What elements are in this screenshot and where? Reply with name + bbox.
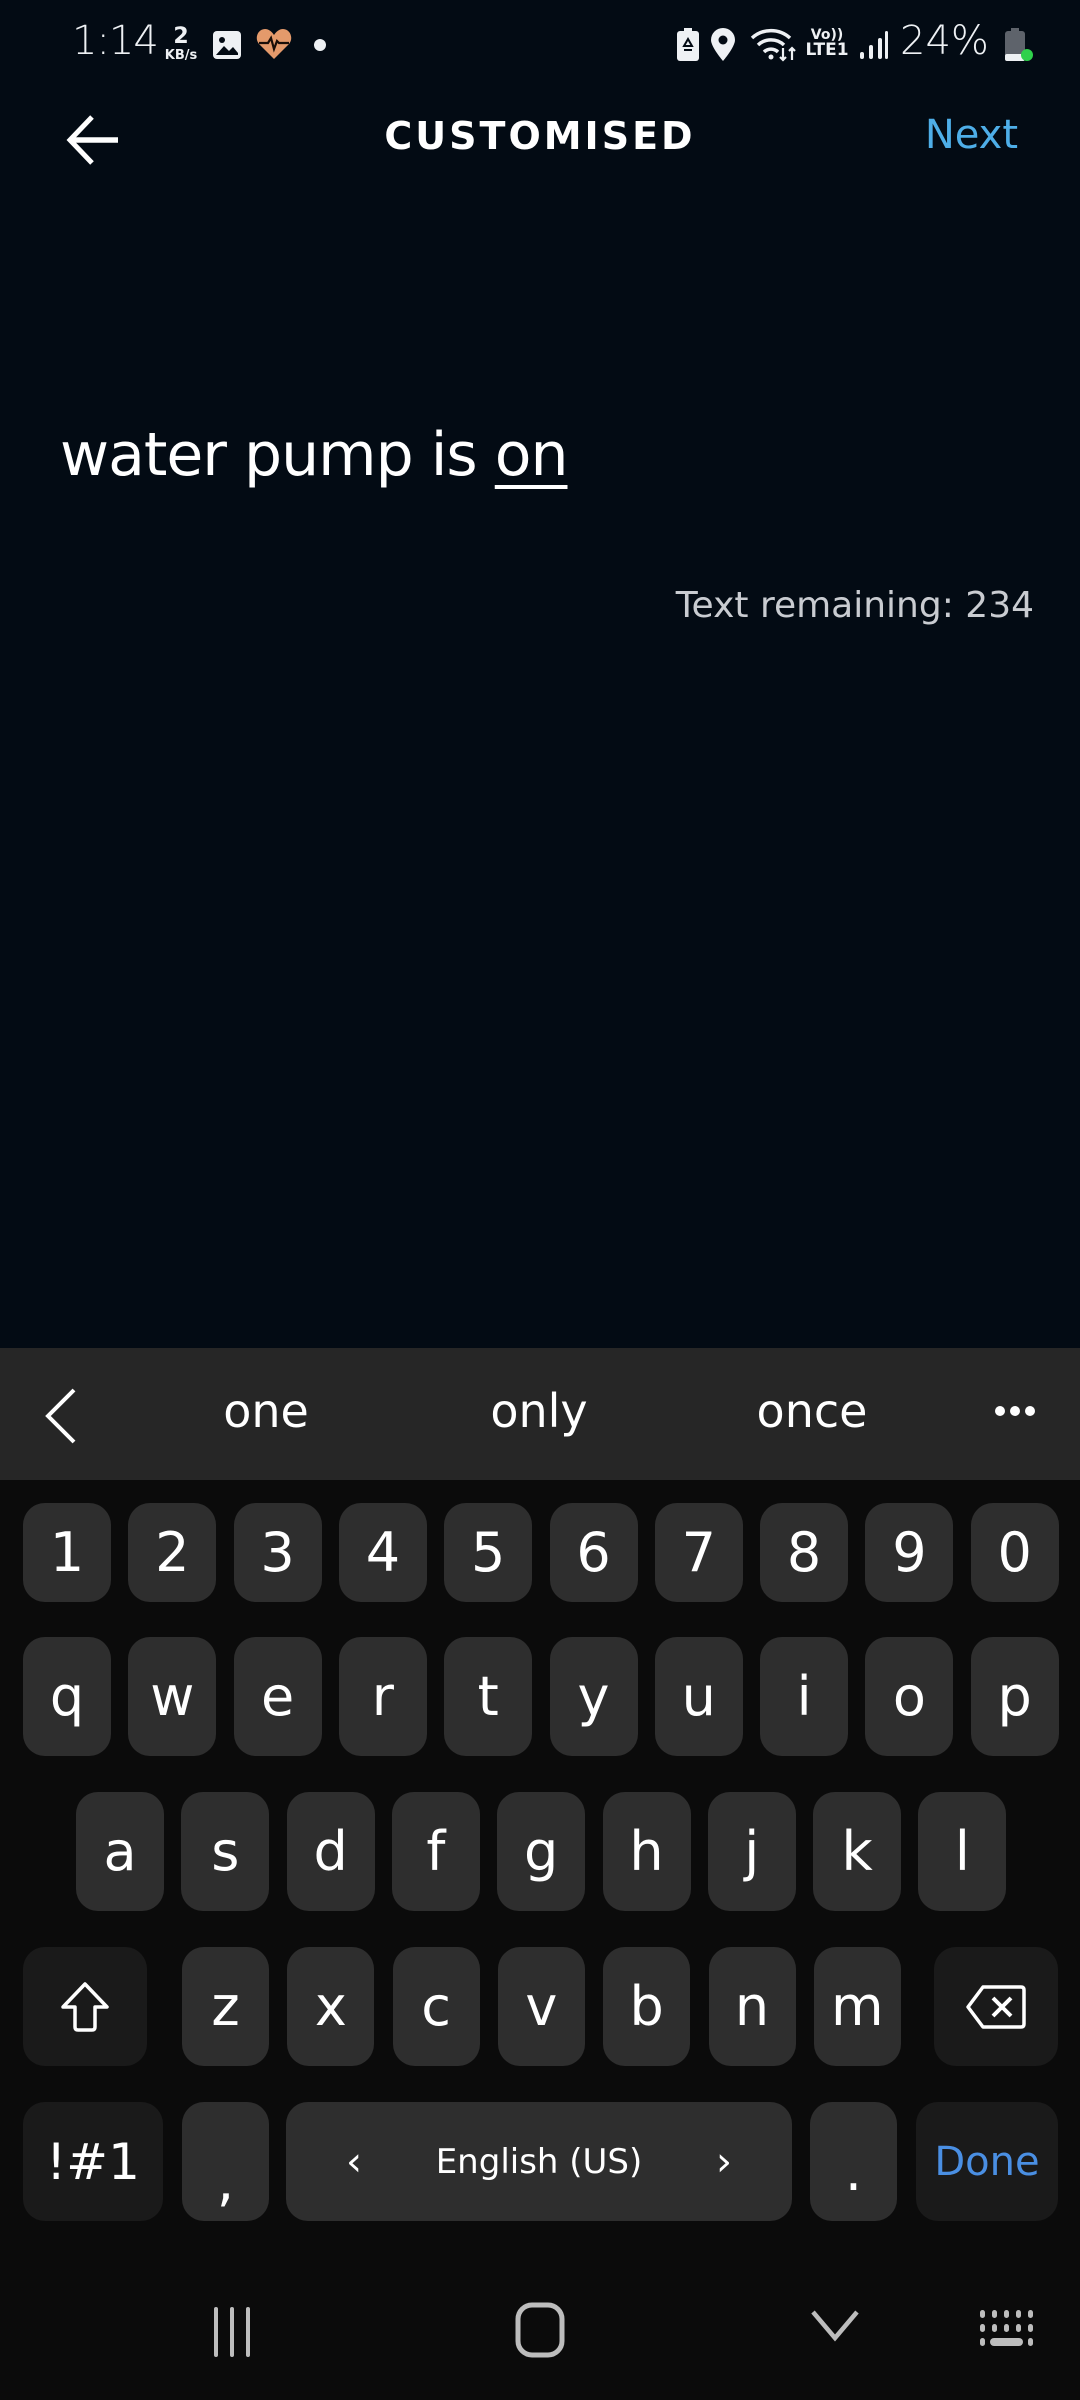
suggestion-bar: one only once xyxy=(0,1348,1080,1480)
key-z[interactable]: z xyxy=(182,1947,269,2066)
key-n[interactable]: n xyxy=(708,1947,796,2066)
signal-icon xyxy=(860,31,888,59)
symbols-key[interactable]: !#1 xyxy=(23,2102,163,2221)
done-key[interactable]: Done xyxy=(916,2102,1058,2221)
health-heart-icon xyxy=(256,29,292,59)
key-t[interactable]: t xyxy=(444,1637,533,1756)
recents-icon xyxy=(214,2307,250,2357)
network-speed-value: 2 xyxy=(173,24,189,49)
recents-button[interactable] xyxy=(200,2295,275,2365)
key-6[interactable]: 6 xyxy=(549,1503,638,1602)
comma-label: , xyxy=(216,2150,235,2213)
shift-arrow-icon xyxy=(61,1981,109,2032)
key-h[interactable]: h xyxy=(602,1792,691,1911)
suggestion-item[interactable]: only xyxy=(490,1384,587,1438)
home-button[interactable] xyxy=(500,2295,580,2365)
home-icon xyxy=(515,2302,565,2358)
backspace-key[interactable] xyxy=(934,1947,1058,2066)
key-q[interactable]: q xyxy=(23,1637,111,1756)
volte-icon: Vo)) LTE1 xyxy=(805,28,849,59)
key-8[interactable]: 8 xyxy=(760,1503,849,1602)
key-e[interactable]: e xyxy=(233,1637,322,1756)
hide-keyboard-button[interactable] xyxy=(805,2300,865,2350)
suggestion-collapse-button[interactable] xyxy=(40,1386,80,1446)
key-x[interactable]: x xyxy=(287,1947,375,2066)
shift-key[interactable] xyxy=(23,1947,147,2066)
key-j[interactable]: j xyxy=(707,1792,796,1911)
key-2[interactable]: 2 xyxy=(128,1503,217,1602)
wifi-icon xyxy=(750,28,796,62)
gallery-icon xyxy=(213,31,241,59)
backspace-icon xyxy=(966,1984,1026,2029)
key-u[interactable]: u xyxy=(654,1637,743,1756)
location-icon xyxy=(711,28,735,61)
battery-saver-icon xyxy=(677,28,699,61)
key-f[interactable]: f xyxy=(391,1792,480,1911)
language-prev-icon[interactable]: ‹ xyxy=(346,2139,362,2185)
network-speed-unit: KB/s xyxy=(164,48,198,63)
notification-dot-icon xyxy=(314,39,326,51)
battery-percent: 24% xyxy=(900,18,989,64)
space-key[interactable]: ‹ English (US) › xyxy=(286,2102,792,2221)
key-l[interactable]: l xyxy=(918,1792,1007,1911)
key-i[interactable]: i xyxy=(760,1637,849,1756)
language-next-icon[interactable]: › xyxy=(716,2139,732,2185)
key-y[interactable]: y xyxy=(549,1637,638,1756)
key-o[interactable]: o xyxy=(865,1637,954,1756)
key-5[interactable]: 5 xyxy=(444,1503,533,1602)
key-c[interactable]: c xyxy=(392,1947,480,2066)
next-button[interactable]: Next xyxy=(925,112,1018,158)
chevron-down-icon xyxy=(811,2310,859,2342)
text-remaining-counter: Text remaining: 234 xyxy=(675,585,1034,626)
key-p[interactable]: p xyxy=(970,1637,1059,1756)
status-bar: 1:14 2 KB/s Vo)) LTE1 24% xyxy=(0,0,1080,90)
key-k[interactable]: k xyxy=(813,1792,902,1911)
keyboard-icon xyxy=(980,2310,1033,2346)
key-w[interactable]: w xyxy=(128,1637,217,1756)
key-1[interactable]: 1 xyxy=(23,1503,111,1602)
key-0[interactable]: 0 xyxy=(970,1503,1059,1602)
more-horizontal-icon xyxy=(995,1406,1035,1416)
suggestion-item[interactable]: once xyxy=(757,1384,868,1438)
on-screen-keyboard: one only once 1234567890 qwertyuiop asdf… xyxy=(0,1348,1080,2400)
status-time: 1:14 xyxy=(72,18,159,64)
phrase-text: water pump is xyxy=(60,420,495,490)
volte-bottom-label: LTE1 xyxy=(805,40,849,60)
key-d[interactable]: d xyxy=(286,1792,375,1911)
system-nav-bar xyxy=(0,2245,1080,2400)
network-speed: 2 KB/s xyxy=(158,24,204,63)
key-m[interactable]: m xyxy=(813,1947,901,2066)
page-title: CUSTOMISED xyxy=(384,114,696,158)
key-r[interactable]: r xyxy=(338,1637,427,1756)
privacy-dot-icon xyxy=(1021,49,1033,61)
key-g[interactable]: g xyxy=(497,1792,586,1911)
keyboard-switch-button[interactable] xyxy=(975,2305,1045,2355)
phrase-slot-word[interactable]: on xyxy=(495,420,569,490)
language-label: English (US) xyxy=(435,2141,643,2182)
suggestion-item[interactable]: one xyxy=(223,1384,309,1438)
period-label: . xyxy=(844,2140,863,2203)
key-a[interactable]: a xyxy=(76,1792,164,1911)
key-7[interactable]: 7 xyxy=(654,1503,743,1602)
key-b[interactable]: b xyxy=(603,1947,691,2066)
key-3[interactable]: 3 xyxy=(233,1503,322,1602)
period-key[interactable]: . xyxy=(810,2102,897,2221)
phrase-input[interactable]: water pump is on xyxy=(60,420,568,490)
more-options-button[interactable] xyxy=(990,1396,1050,1426)
key-9[interactable]: 9 xyxy=(865,1503,954,1602)
key-v[interactable]: v xyxy=(497,1947,585,2066)
key-4[interactable]: 4 xyxy=(338,1503,427,1602)
chevron-left-icon xyxy=(45,1388,76,1444)
comma-key[interactable]: , xyxy=(182,2102,269,2221)
app-header: CUSTOMISED Next xyxy=(0,90,1080,190)
key-s[interactable]: s xyxy=(181,1792,270,1911)
